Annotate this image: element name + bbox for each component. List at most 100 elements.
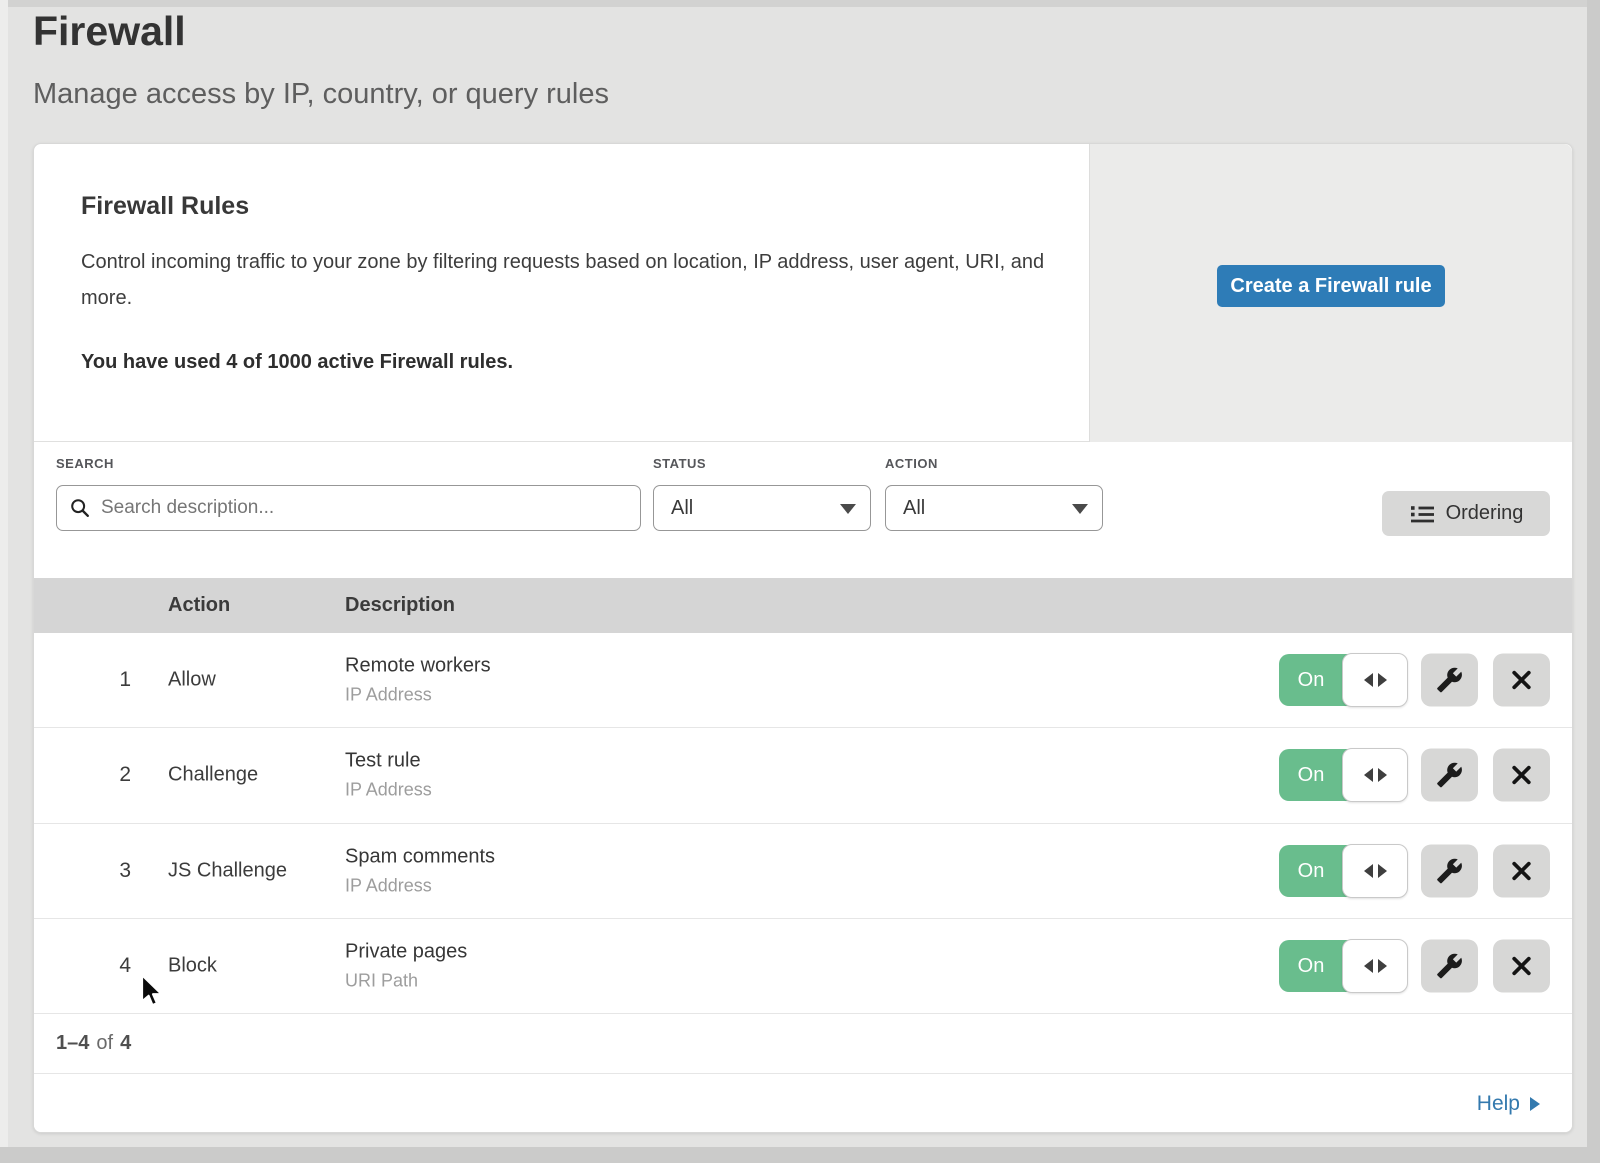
- rule-action: Allow: [168, 669, 216, 692]
- wrench-icon: [1436, 667, 1463, 694]
- rules-card-heading: Firewall Rules: [81, 192, 249, 221]
- rule-match-type: IP Address: [345, 685, 491, 706]
- toggle-knob[interactable]: [1342, 844, 1408, 898]
- pagination-row: 1–4 of 4: [34, 1014, 1572, 1074]
- rules-intro-section: Firewall Rules Control incoming traffic …: [34, 144, 1572, 442]
- right-arrow-icon: [1378, 673, 1387, 687]
- rules-table-header: Action Description: [34, 578, 1572, 633]
- right-arrow-icon: [1378, 768, 1387, 782]
- magnifier-icon: [69, 497, 91, 519]
- wrench-icon: [1436, 762, 1463, 789]
- left-arrow-icon: [1364, 959, 1373, 973]
- page-edge-right: [1587, 0, 1600, 1163]
- pagination-total: 4: [120, 1032, 131, 1055]
- search-label: SEARCH: [56, 456, 114, 471]
- rule-description: Private pages: [345, 940, 467, 963]
- rule-description: Spam comments: [345, 845, 495, 868]
- x-icon: [1509, 953, 1534, 978]
- page-edge-left: [0, 0, 8, 1163]
- rules-table-body: 1 Allow Remote workers IP Address On: [34, 633, 1572, 1014]
- column-header-action: Action: [168, 594, 230, 617]
- rule-description-cell: Test rule IP Address: [345, 750, 432, 801]
- toggle-knob[interactable]: [1342, 748, 1408, 802]
- rule-priority: 1: [34, 668, 131, 692]
- x-icon: [1509, 668, 1534, 693]
- right-arrow-icon: [1378, 959, 1387, 973]
- rule-priority: 4: [34, 954, 131, 978]
- edit-rule-button[interactable]: [1421, 749, 1478, 802]
- status-select[interactable]: All: [653, 485, 871, 531]
- status-select-value: All: [671, 497, 693, 519]
- help-link[interactable]: Help: [1477, 1092, 1540, 1116]
- wrench-icon: [1436, 857, 1463, 884]
- rule-description: Remote workers: [345, 655, 491, 678]
- action-select[interactable]: All: [885, 485, 1103, 531]
- triangle-right-icon: [1530, 1097, 1540, 1111]
- pagination-range: 1–4: [56, 1032, 89, 1055]
- search-input[interactable]: [56, 485, 641, 531]
- edit-rule-button[interactable]: [1421, 844, 1478, 897]
- delete-rule-button[interactable]: [1493, 844, 1550, 897]
- left-arrow-icon: [1364, 673, 1373, 687]
- rule-action: Block: [168, 954, 217, 977]
- ordering-button[interactable]: Ordering: [1382, 491, 1550, 536]
- pagination-of: of: [96, 1032, 113, 1055]
- rule-enabled-toggle[interactable]: On: [1279, 749, 1407, 801]
- left-arrow-icon: [1364, 768, 1373, 782]
- rule-description-cell: Private pages URI Path: [345, 940, 467, 991]
- card-footer: Help: [34, 1074, 1572, 1133]
- search-field-wrap: [56, 485, 641, 531]
- toggle-knob[interactable]: [1342, 939, 1408, 993]
- x-icon: [1509, 763, 1534, 788]
- action-select-value: All: [903, 497, 925, 519]
- rule-enabled-toggle[interactable]: On: [1279, 845, 1407, 897]
- rule-enabled-toggle[interactable]: On: [1279, 940, 1407, 992]
- firewall-rule-row: 4 Block Private pages URI Path On: [34, 919, 1572, 1014]
- status-label: STATUS: [653, 456, 706, 471]
- left-arrow-icon: [1364, 864, 1373, 878]
- toggle-on-label: On: [1279, 845, 1343, 897]
- rule-action: JS Challenge: [168, 859, 287, 882]
- rule-priority: 2: [34, 763, 131, 787]
- toggle-knob[interactable]: [1342, 653, 1408, 707]
- filters-bar: SEARCH STATUS All ACTION All: [34, 443, 1572, 578]
- rule-description-cell: Remote workers IP Address: [345, 655, 491, 706]
- toggle-on-label: On: [1279, 749, 1343, 801]
- firewall-rule-row: 1 Allow Remote workers IP Address On: [34, 633, 1572, 728]
- rules-card-description: Control incoming traffic to your zone by…: [81, 244, 1066, 316]
- wrench-icon: [1436, 952, 1463, 979]
- rule-match-type: URI Path: [345, 970, 467, 991]
- page-edge-top: [0, 0, 1600, 7]
- ordered-list-icon: [1409, 502, 1435, 526]
- edit-rule-button[interactable]: [1421, 654, 1478, 707]
- rule-match-type: IP Address: [345, 875, 495, 896]
- help-link-label: Help: [1477, 1092, 1520, 1116]
- rules-usage-text: You have used 4 of 1000 active Firewall …: [81, 351, 513, 374]
- create-rule-panel: Create a Firewall rule: [1089, 144, 1572, 442]
- chevron-down-icon: [1072, 504, 1088, 514]
- page-title: Firewall: [33, 8, 186, 55]
- rule-priority: 3: [34, 859, 131, 883]
- delete-rule-button[interactable]: [1493, 654, 1550, 707]
- create-firewall-rule-button[interactable]: Create a Firewall rule: [1217, 265, 1445, 307]
- firewall-rules-card: Firewall Rules Control incoming traffic …: [33, 143, 1573, 1133]
- rule-description-cell: Spam comments IP Address: [345, 845, 495, 896]
- delete-rule-button[interactable]: [1493, 939, 1550, 992]
- toggle-on-label: On: [1279, 940, 1343, 992]
- firewall-rule-row: 3 JS Challenge Spam comments IP Address …: [34, 824, 1572, 919]
- right-arrow-icon: [1378, 864, 1387, 878]
- delete-rule-button[interactable]: [1493, 749, 1550, 802]
- action-label: ACTION: [885, 456, 938, 471]
- page-edge-bottom: [0, 1147, 1600, 1163]
- x-icon: [1509, 858, 1534, 883]
- chevron-down-icon: [840, 504, 856, 514]
- rule-enabled-toggle[interactable]: On: [1279, 654, 1407, 706]
- rule-description: Test rule: [345, 750, 432, 773]
- rule-action: Challenge: [168, 764, 258, 787]
- column-header-description: Description: [345, 594, 455, 617]
- edit-rule-button[interactable]: [1421, 939, 1478, 992]
- firewall-rule-row: 2 Challenge Test rule IP Address On: [34, 728, 1572, 823]
- rule-match-type: IP Address: [345, 780, 432, 801]
- page-subtitle: Manage access by IP, country, or query r…: [33, 78, 609, 111]
- ordering-button-label: Ordering: [1446, 502, 1524, 525]
